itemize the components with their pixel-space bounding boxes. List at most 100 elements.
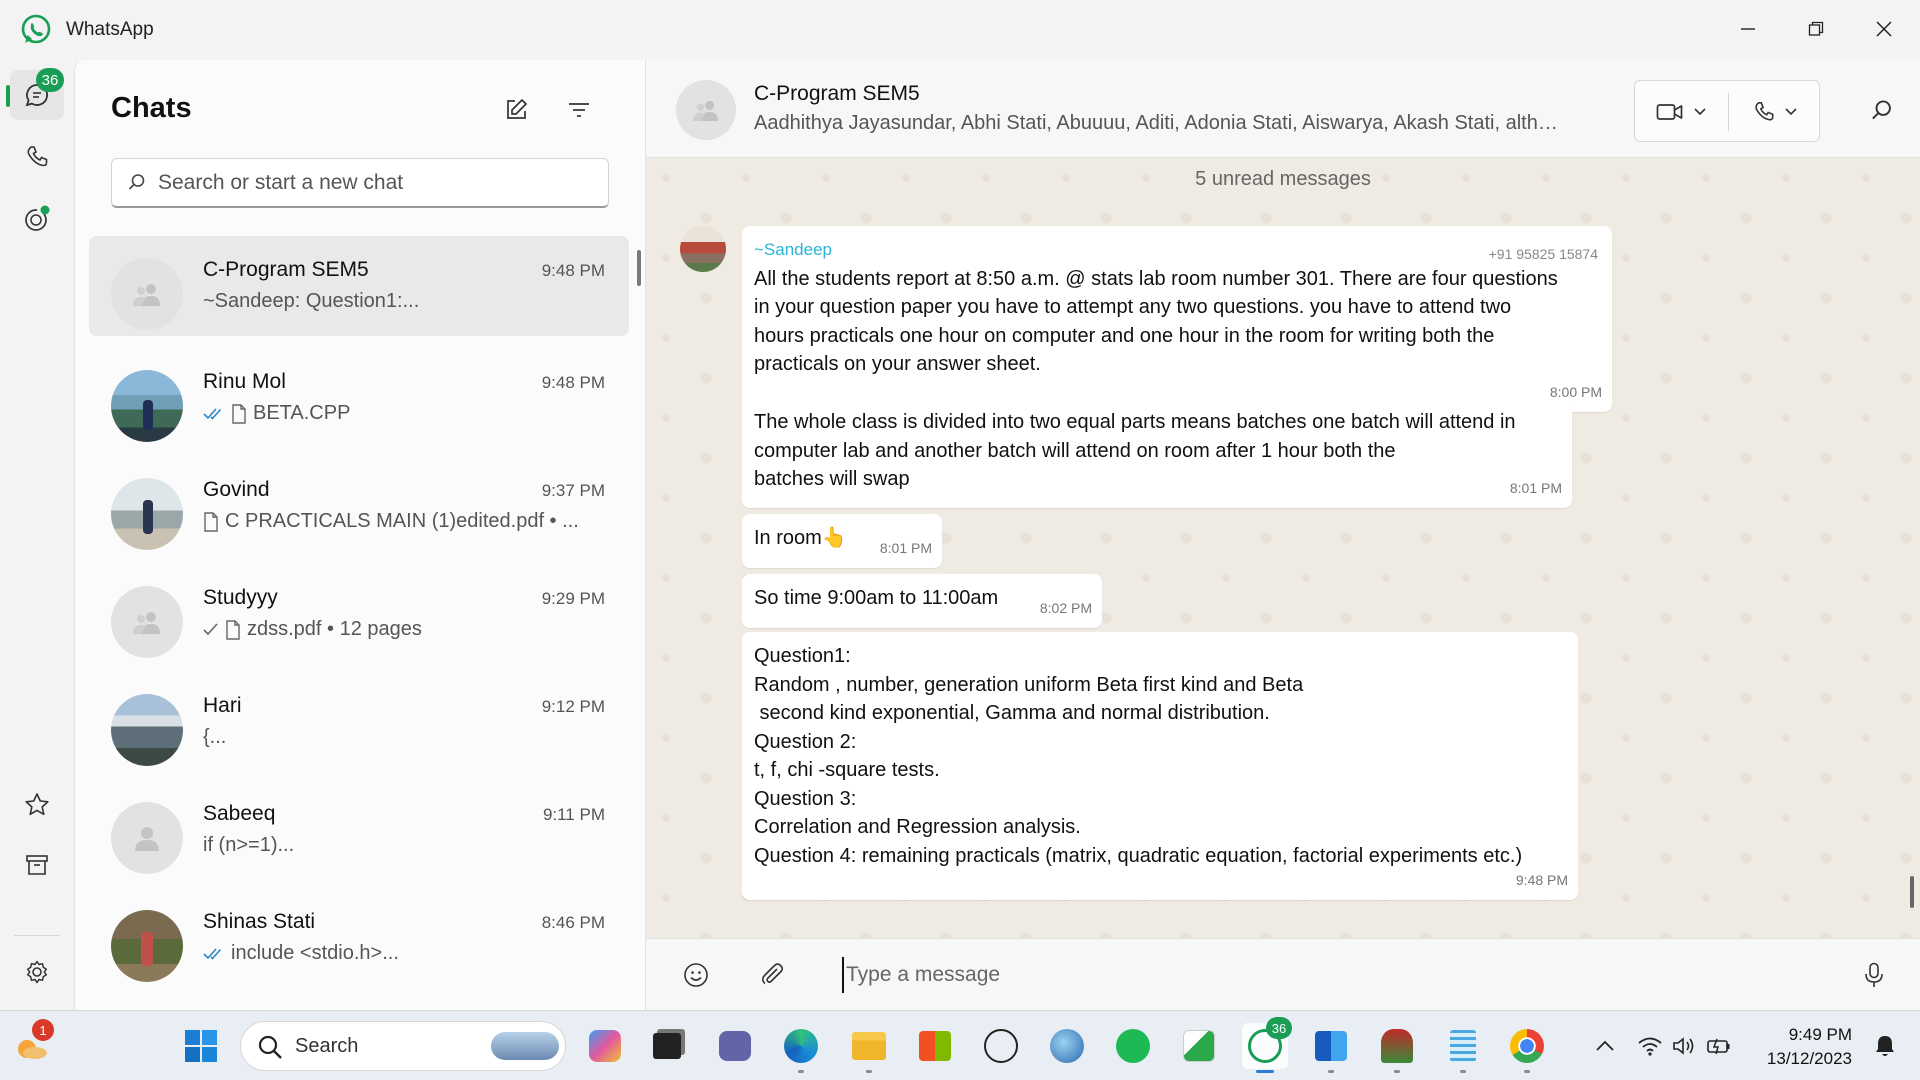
chat-name: Rinu Mol — [203, 370, 286, 393]
chat-preview-text: BETA.CPP — [253, 402, 351, 424]
contact-avatar — [111, 478, 183, 550]
rail-settings[interactable] — [10, 947, 64, 997]
chat-item-hari[interactable]: Hari 9:12 PM {... — [89, 672, 629, 772]
chat-preview-text: C PRACTICALS MAIN (1)edited.pdf • ... — [225, 510, 579, 532]
quick-settings-button[interactable] — [1630, 1023, 1740, 1069]
start-button[interactable] — [178, 1023, 224, 1069]
chat-item-govind[interactable]: Govind 9:37 PM C PRACTICALS MAIN (1)edit… — [89, 456, 629, 556]
running-indicator — [798, 1070, 804, 1073]
document-icon — [226, 619, 240, 640]
taskbar-app-dell[interactable] — [978, 1023, 1024, 1069]
status-icon — [25, 205, 50, 231]
chat-name: Govind — [203, 478, 270, 501]
message-line: Question 3: — [754, 787, 857, 810]
emoji-button[interactable] — [676, 955, 716, 995]
chat-preview: include <stdio.h>... — [203, 942, 603, 965]
taskbar-app-notepad[interactable] — [1440, 1023, 1486, 1073]
chat-item-rinu-mol[interactable]: Rinu Mol 9:48 PM BETA.CPP — [89, 348, 629, 448]
message-bubble[interactable]: Question1: Random , number, generation u… — [742, 632, 1578, 900]
taskbar-search-label: Search — [295, 1035, 359, 1057]
chevron-down-icon — [1785, 108, 1797, 116]
weather-widget[interactable]: 1 — [8, 1019, 54, 1069]
chevron-up-icon — [1596, 1040, 1614, 1051]
nav-rail: 36 — [0, 60, 74, 1045]
message-line: batches will swap — [754, 468, 910, 490]
message-bubble[interactable]: So time 9:00am to 11:00am 8:02 PM — [742, 574, 1102, 628]
rail-chats[interactable]: 36 — [6, 68, 64, 120]
show-hidden-icons-button[interactable] — [1582, 1023, 1628, 1069]
taskbar-app-whatsapp[interactable]: 36 — [1242, 1017, 1292, 1073]
filter-button[interactable] — [559, 90, 599, 130]
chat-item-studyyy[interactable]: Studyyy 9:29 PM zdss.pdf • 12 pages — [89, 564, 629, 664]
taskbar-clock[interactable]: 9:49 PM 13/12/2023 — [1767, 1023, 1852, 1071]
rail-calls[interactable] — [10, 132, 64, 182]
rail-archived[interactable] — [10, 840, 64, 890]
taskbar-app-copilot[interactable] — [582, 1023, 628, 1069]
battery-charging-icon — [1707, 1038, 1730, 1055]
conversation-title: C-Program SEM5 — [754, 82, 920, 105]
chat-item-sabeeq[interactable]: Sabeeq 9:11 PM if (n>=1)... — [89, 780, 629, 880]
voice-message-button[interactable] — [1854, 955, 1894, 995]
restore-button[interactable] — [1788, 8, 1844, 50]
conversation-scrollbar[interactable] — [1910, 876, 1914, 908]
chat-item-shinas-stati[interactable]: Shinas Stati 8:46 PM include <stdio.h>..… — [89, 888, 629, 988]
person-silhouette — [143, 500, 153, 534]
message-line: t, f, chi -square tests. — [754, 759, 940, 781]
chat-preview: BETA.CPP — [203, 402, 603, 425]
taskbar-app-stocks[interactable] — [1176, 1023, 1222, 1069]
taskbar-app-word[interactable] — [1308, 1023, 1354, 1073]
taskview-icon — [653, 1033, 681, 1059]
single-check-icon — [203, 622, 218, 635]
message-input[interactable] — [842, 957, 1742, 993]
minimize-button[interactable] — [1720, 8, 1776, 50]
message-sender[interactable]: ~Sandeep — [754, 236, 1600, 265]
taskbar-app-teams[interactable] — [712, 1023, 758, 1069]
message-line: Question 2: — [754, 730, 857, 753]
message-bubble[interactable]: In room👆 8:01 PM — [742, 514, 942, 568]
chat-time: 9:12 PM — [541, 697, 605, 716]
search-messages-button[interactable] — [1862, 90, 1902, 130]
taskbar-app-game[interactable] — [1374, 1023, 1420, 1073]
rail-status[interactable] — [10, 194, 64, 244]
chat-time: 9:48 PM — [541, 373, 605, 392]
taskbar-app-edge[interactable] — [778, 1023, 824, 1073]
conversation-panel: C-Program SEM5 Aadhithya Jayasundar, Abh… — [646, 60, 1920, 1010]
chat-item-c-program-sem5[interactable]: C-Program SEM5 9:48 PM ~Sandeep: Questio… — [89, 236, 629, 336]
rail-starred[interactable] — [10, 780, 64, 830]
taskbar-app-store[interactable] — [912, 1023, 958, 1069]
clock-time: 9:49 PM — [1788, 1025, 1852, 1044]
game-icon — [1381, 1029, 1413, 1063]
search-box — [111, 158, 609, 208]
message-time: 8:02 PM — [1039, 599, 1092, 616]
taskbar-app-support[interactable] — [1044, 1023, 1090, 1069]
taskbar-app-spotify[interactable] — [1110, 1023, 1156, 1069]
conversation-header[interactable]: C-Program SEM5 Aadhithya Jayasundar, Abh… — [646, 60, 1920, 158]
gear-icon — [26, 960, 48, 984]
notifications-button[interactable] — [1862, 1023, 1908, 1069]
close-button[interactable] — [1856, 8, 1912, 50]
notepad-icon — [1450, 1030, 1476, 1062]
wifi-icon — [1638, 1037, 1662, 1056]
message-bubble[interactable]: ~Sandeep +91 95825 15874 All the student… — [742, 226, 1612, 412]
volume-icon — [1673, 1037, 1694, 1055]
taskbar-app-taskview[interactable] — [644, 1023, 690, 1069]
message-line: All the students report at 8:50 a.m. @ s… — [754, 267, 1558, 290]
search-input[interactable] — [158, 167, 598, 199]
new-chat-button[interactable] — [496, 90, 536, 130]
chat-list-scrollbar[interactable] — [637, 250, 641, 286]
video-call-button[interactable] — [1635, 81, 1727, 143]
sender-avatar[interactable] — [680, 226, 726, 272]
bell-icon — [1876, 1036, 1894, 1056]
message-bubble[interactable]: The whole class is divided into two equa… — [742, 398, 1572, 508]
taskbar-search[interactable]: Search — [240, 1021, 566, 1071]
chat-preview: zdss.pdf • 12 pages — [203, 618, 603, 641]
attach-button[interactable] — [752, 955, 792, 995]
group-avatar[interactable] — [676, 80, 736, 140]
message-line: Correlation and Regression analysis. — [754, 816, 1081, 838]
active-indicator — [1256, 1070, 1274, 1073]
taskbar-app-chrome[interactable] — [1504, 1023, 1550, 1073]
taskbar-app-explorer[interactable] — [846, 1023, 892, 1073]
group-icon — [693, 100, 718, 121]
group-icon — [133, 612, 160, 634]
voice-call-button[interactable] — [1729, 81, 1821, 143]
